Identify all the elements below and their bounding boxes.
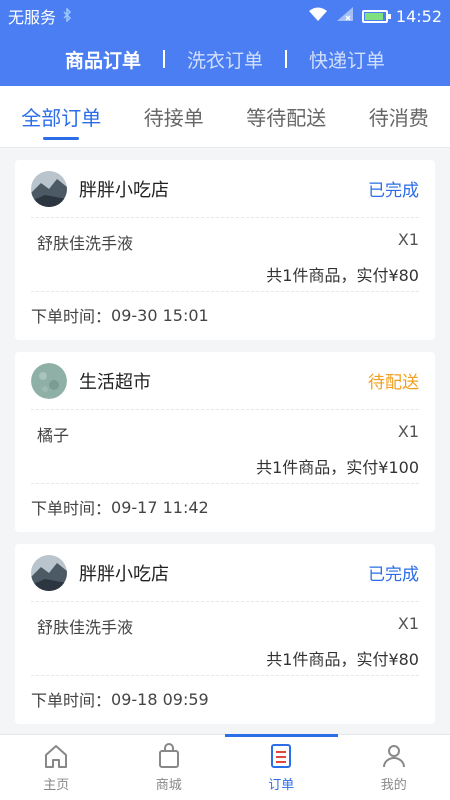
order-time-label: 下单时间： <box>31 307 112 326</box>
tab-label: 待接单 <box>143 106 204 130</box>
order-type-tabs: 商品订单 洗衣订单 快递订单 <box>0 32 450 86</box>
order-card[interactable]: 胖胖小吃店 已完成 舒肤佳洗手液 X1 共1件商品，实付¥80 下单时间： 09… <box>15 544 435 724</box>
item-quantity: X1 <box>397 614 419 633</box>
clock-text: 14:52 <box>395 6 442 26</box>
nav-profile[interactable]: 我的 <box>338 735 450 800</box>
order-summary: 共1件商品，实付¥100 <box>256 458 419 477</box>
tab-goods-orders[interactable]: 商品订单 <box>43 46 163 73</box>
order-summary: 共1件商品，实付¥80 <box>266 650 419 669</box>
item-name: 橘子 <box>37 426 70 445</box>
item-name: 舒肤佳洗手液 <box>37 234 134 253</box>
nav-orders[interactable]: 订单 <box>225 734 338 800</box>
wifi-icon <box>308 6 328 26</box>
order-time: 09-18 09:59 <box>111 689 209 709</box>
shop-name: 胖胖小吃店 <box>79 563 169 585</box>
order-time: 09-30 15:01 <box>111 305 209 325</box>
tab-awaiting-consumption[interactable]: 待消费 <box>369 86 429 148</box>
nav-label: 主页 <box>43 778 70 793</box>
home-icon <box>45 745 68 768</box>
tab-label: 全部订单 <box>21 106 102 130</box>
shop-name: 生活超市 <box>79 371 151 393</box>
item-quantity: X1 <box>397 230 419 249</box>
tab-label: 等待配送 <box>246 106 327 130</box>
item-name: 舒肤佳洗手液 <box>37 618 134 637</box>
nav-label: 商城 <box>155 778 182 793</box>
shop-avatar <box>31 554 67 591</box>
order-status: 已完成 <box>368 565 419 585</box>
bluetooth-icon <box>62 6 72 26</box>
tab-all-orders[interactable]: 全部订单 <box>21 86 101 148</box>
order-time: 09-17 11:42 <box>111 497 209 517</box>
carrier-text: 无服务 <box>8 8 57 27</box>
shop-name: 胖胖小吃店 <box>79 179 169 201</box>
tab-laundry-orders[interactable]: 洗衣订单 <box>165 46 285 73</box>
shop-avatar <box>31 362 67 399</box>
item-quantity: X1 <box>397 422 419 441</box>
bottom-navigation: 主页 商城 订单 我的 <box>0 734 450 800</box>
nav-mall[interactable]: 商城 <box>113 735 226 800</box>
order-time-label: 下单时间： <box>31 691 112 710</box>
order-list-icon <box>271 744 292 768</box>
tab-label: 待消费 <box>368 106 429 130</box>
user-icon <box>382 745 405 768</box>
nav-label: 我的 <box>380 778 407 793</box>
nav-label: 订单 <box>268 778 295 793</box>
order-list[interactable]: 胖胖小吃店 已完成 舒肤佳洗手液 X1 共1件商品，实付¥80 下单时间： 09… <box>0 148 450 734</box>
status-bar: 无服务 14:52 <box>0 0 450 32</box>
order-card[interactable]: 生活超市 待配送 橘子 X1 共1件商品，实付¥100 下单时间： 09-17 … <box>15 352 435 532</box>
nav-home[interactable]: 主页 <box>0 735 113 800</box>
shop-avatar <box>31 170 67 207</box>
order-status-tabs: 全部订单 待接单 等待配送 待消费 <box>0 86 450 148</box>
signal-icon <box>336 6 354 26</box>
battery-icon <box>361 9 391 23</box>
order-summary: 共1件商品，实付¥80 <box>266 266 419 285</box>
tab-awaiting-acceptance[interactable]: 待接单 <box>144 86 204 148</box>
shopping-bag-icon <box>158 743 179 768</box>
tab-express-orders[interactable]: 快递订单 <box>287 46 407 73</box>
order-time-label: 下单时间： <box>31 499 112 518</box>
order-card[interactable]: 胖胖小吃店 已完成 舒肤佳洗手液 X1 共1件商品，实付¥80 下单时间： 09… <box>15 160 435 340</box>
order-status: 待配送 <box>368 373 419 393</box>
tab-awaiting-delivery[interactable]: 等待配送 <box>246 86 326 148</box>
order-status: 已完成 <box>368 181 419 201</box>
